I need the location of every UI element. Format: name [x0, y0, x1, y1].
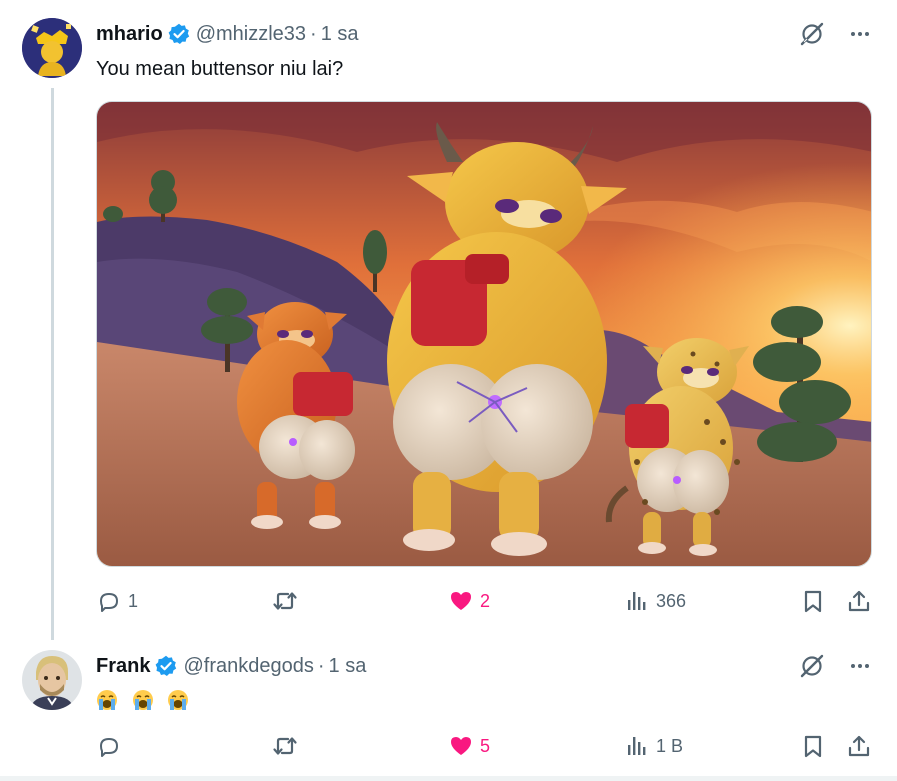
tweet-text: [96, 686, 197, 712]
avatar[interactable]: [22, 650, 82, 710]
avatar[interactable]: [22, 18, 82, 78]
like-count: 5: [480, 735, 491, 756]
share-button[interactable]: [846, 732, 872, 760]
loudly-crying-face-emoji: [167, 689, 189, 711]
tweet-text: You mean buttensor niu lai?: [96, 58, 344, 80]
share-icon: [848, 590, 870, 612]
verified-badge-icon: [155, 655, 177, 677]
like-icon: [451, 592, 471, 610]
reply-icon: [100, 738, 118, 757]
tweet-actions: 5 1 B: [96, 732, 874, 760]
thread-connector: [51, 88, 54, 640]
bookmark-icon: [804, 590, 822, 613]
like-button[interactable]: 2: [448, 587, 490, 615]
like-icon: [451, 737, 471, 755]
timestamp[interactable]: 1 sa: [321, 23, 359, 46]
handle[interactable]: @frankdegods: [183, 655, 313, 678]
handle[interactable]: @mhizzle33: [196, 23, 306, 46]
tweet-header: mhario @mhizzle33 · 1 sa: [96, 20, 359, 48]
like-count: 2: [480, 590, 491, 611]
tweet-header: Frank @frankdegods · 1 sa: [96, 652, 366, 680]
views-icon: [628, 592, 646, 610]
bookmark-button[interactable]: [800, 587, 826, 615]
grok-icon[interactable]: [799, 653, 825, 679]
more-icon[interactable]: [849, 23, 871, 45]
reply-button[interactable]: [96, 732, 122, 760]
views-count: 1 B: [656, 735, 684, 756]
views-button[interactable]: 366: [624, 587, 686, 615]
display-name[interactable]: mhario: [96, 23, 163, 46]
views-icon: [628, 737, 646, 755]
more-icon[interactable]: [849, 655, 871, 677]
reply-button[interactable]: 1: [96, 587, 138, 615]
divider: [0, 776, 897, 781]
timestamp[interactable]: 1 sa: [329, 655, 367, 678]
reply-icon: [100, 593, 118, 612]
share-button[interactable]: [846, 587, 872, 615]
verified-badge-icon: [168, 23, 190, 45]
loudly-crying-face-emoji: [132, 689, 154, 711]
tweet-top-actions: [799, 20, 871, 48]
views-count: 366: [656, 590, 687, 611]
like-button[interactable]: 5: [448, 732, 490, 760]
tweet-image[interactable]: [96, 101, 872, 567]
separator: ·: [317, 654, 325, 677]
retweet-button[interactable]: [272, 587, 298, 615]
share-icon: [848, 735, 870, 757]
bookmark-icon: [804, 735, 822, 758]
retweet-icon: [273, 737, 297, 755]
views-button[interactable]: 1 B: [624, 732, 683, 760]
reply-count: 1: [128, 590, 139, 611]
tweet-top-actions: [799, 652, 871, 680]
display-name[interactable]: Frank: [96, 655, 150, 678]
loudly-crying-face-emoji: [96, 689, 118, 711]
separator: ·: [310, 22, 317, 45]
retweet-icon: [273, 592, 297, 610]
grok-icon[interactable]: [799, 21, 825, 47]
bookmark-button[interactable]: [800, 732, 826, 760]
tweet-actions: 1 2 366: [96, 587, 874, 615]
retweet-button[interactable]: [272, 732, 298, 760]
